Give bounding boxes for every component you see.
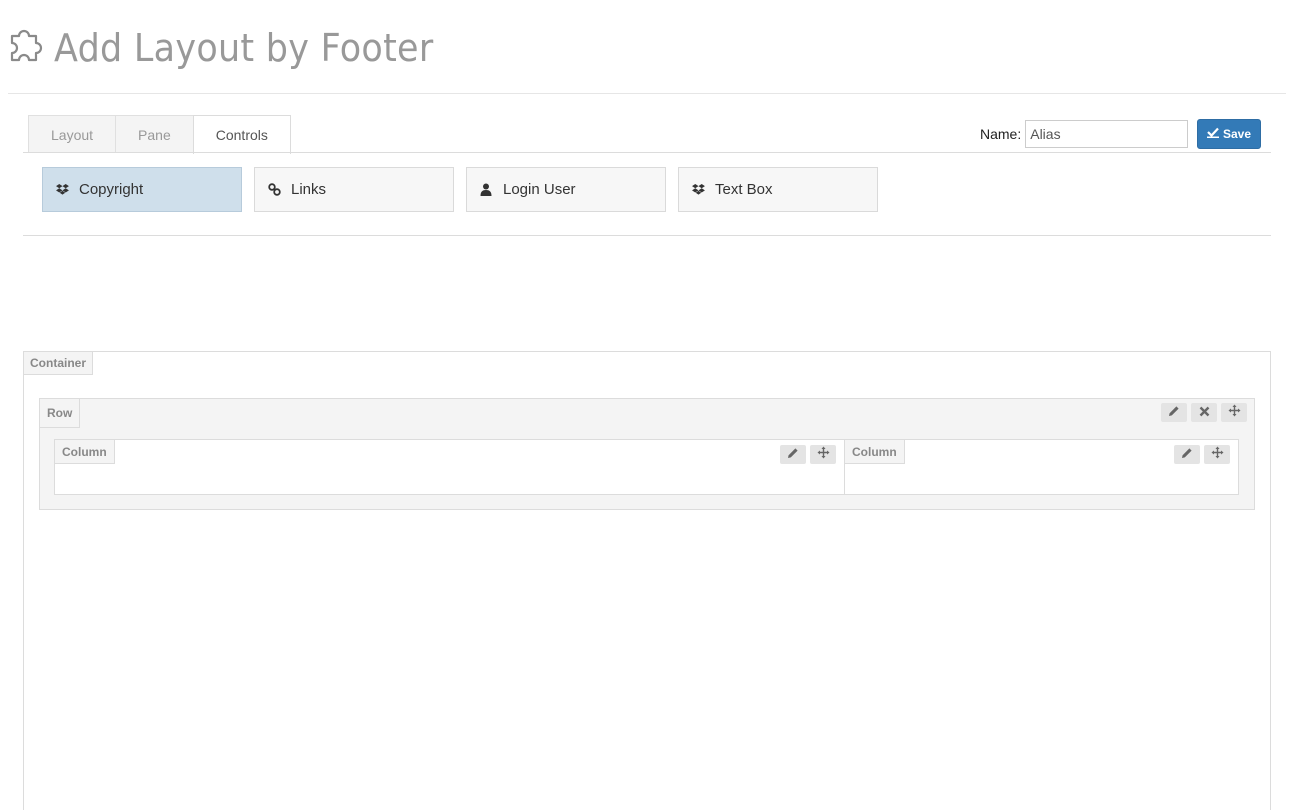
user-icon bbox=[479, 183, 493, 197]
name-input[interactable] bbox=[1025, 120, 1189, 148]
move-icon bbox=[1228, 404, 1241, 422]
tab-bar: Layout Pane Controls bbox=[28, 115, 291, 154]
control-links[interactable]: Links bbox=[254, 167, 454, 212]
column-label: Column bbox=[54, 439, 115, 464]
layout-row[interactable]: Row Column Column bbox=[39, 398, 1255, 510]
layout-container[interactable]: Container Row Column Column bbox=[23, 351, 1271, 810]
dropbox-icon bbox=[55, 183, 69, 197]
tab-controls[interactable]: Controls bbox=[192, 115, 291, 154]
page-header: Add Layout by Footer bbox=[0, 22, 620, 78]
row-edit-button[interactable] bbox=[1161, 403, 1187, 422]
control-label: Copyright bbox=[79, 181, 144, 198]
name-label: Name: bbox=[980, 126, 1022, 142]
tab-pane[interactable]: Pane bbox=[115, 115, 194, 153]
move-icon bbox=[817, 446, 830, 464]
row-label: Row bbox=[39, 398, 81, 428]
column-edit-button[interactable] bbox=[780, 445, 806, 464]
row-delete-button[interactable] bbox=[1191, 403, 1217, 422]
header-divider bbox=[8, 93, 1286, 94]
container-label: Container bbox=[23, 351, 94, 375]
controls-palette: Copyright Links Login User Text Box bbox=[42, 167, 878, 212]
column-edit-button[interactable] bbox=[1174, 445, 1200, 464]
name-area: Name: bbox=[980, 120, 1189, 148]
puzzle-icon bbox=[2, 26, 48, 72]
control-text-box[interactable]: Text Box bbox=[678, 167, 878, 212]
control-label: Login User bbox=[503, 181, 576, 198]
save-button[interactable]: Save bbox=[1197, 119, 1261, 149]
close-icon bbox=[1199, 404, 1210, 422]
pencil-icon bbox=[1181, 446, 1193, 464]
controls-divider bbox=[23, 235, 1271, 236]
save-button-label: Save bbox=[1222, 127, 1252, 141]
pencil-icon bbox=[1168, 404, 1180, 422]
link-icon bbox=[267, 183, 281, 197]
pencil-icon bbox=[787, 446, 799, 464]
checkmark-icon bbox=[1206, 127, 1219, 141]
page-title: Add Layout by Footer bbox=[54, 26, 434, 70]
control-login-user[interactable]: Login User bbox=[466, 167, 666, 212]
row-move-button[interactable] bbox=[1221, 403, 1247, 422]
control-label: Text Box bbox=[715, 181, 773, 198]
control-copyright[interactable]: Copyright bbox=[42, 167, 242, 212]
move-icon bbox=[1211, 446, 1224, 464]
layout-column[interactable]: Column bbox=[54, 439, 845, 495]
dropbox-icon bbox=[691, 183, 705, 197]
column-label: Column bbox=[844, 439, 905, 464]
layout-column[interactable]: Column bbox=[844, 439, 1239, 495]
tab-underline bbox=[23, 152, 1271, 153]
control-label: Links bbox=[291, 181, 327, 198]
column-move-button[interactable] bbox=[810, 445, 836, 464]
tab-layout[interactable]: Layout bbox=[28, 115, 117, 153]
column-move-button[interactable] bbox=[1204, 445, 1230, 464]
